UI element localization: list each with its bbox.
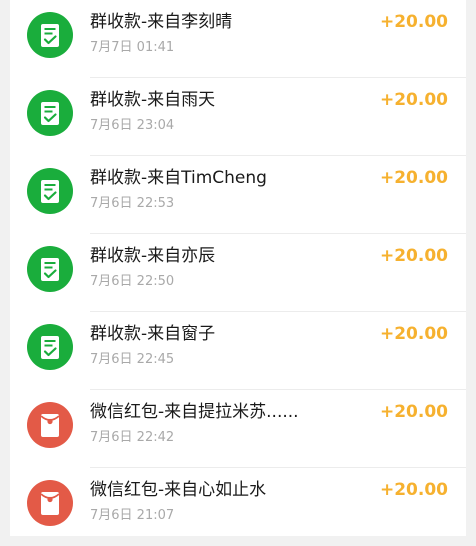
- red-packet-icon: [27, 402, 73, 448]
- transaction-row[interactable]: 微信红包-来自提拉米苏...... 7月6日 22:42 +20.00: [10, 390, 466, 468]
- transaction-title: 群收款-来自TimCheng: [90, 168, 267, 188]
- transaction-row[interactable]: 微信红包-来自心如止水 7月6日 21:07 +20.00: [10, 468, 466, 546]
- transaction-title: 群收款-来自雨天: [90, 90, 216, 110]
- transaction-amount: +20.00: [379, 12, 448, 32]
- transaction-amount: +20.00: [379, 480, 448, 500]
- transaction-time: 7月6日 23:04: [90, 118, 175, 133]
- transaction-title: 微信红包-来自心如止水: [90, 480, 267, 500]
- transaction-row[interactable]: 群收款-来自李刻晴 7月7日 01:41 +20.00: [10, 0, 466, 78]
- transaction-time: 7月6日 22:50: [90, 274, 175, 289]
- transaction-amount: +20.00: [379, 324, 448, 344]
- group-receipt-icon: [27, 168, 73, 214]
- transaction-row[interactable]: 群收款-来自窗子 7月6日 22:45 +20.00: [10, 312, 466, 390]
- red-packet-icon: [27, 480, 73, 526]
- transaction-time: 7月6日 22:45: [90, 352, 175, 367]
- group-receipt-icon: [27, 12, 73, 58]
- group-receipt-icon: [27, 246, 73, 292]
- transaction-row[interactable]: 群收款-来自亦辰 7月6日 22:50 +20.00: [10, 234, 466, 312]
- transaction-row[interactable]: 群收款-来自TimCheng 7月6日 22:53 +20.00: [10, 156, 466, 234]
- transaction-amount: +20.00: [379, 402, 448, 422]
- transaction-title: 群收款-来自窗子: [90, 324, 216, 344]
- group-receipt-icon: [27, 324, 73, 370]
- transaction-title: 群收款-来自李刻晴: [90, 12, 233, 32]
- transaction-title: 群收款-来自亦辰: [90, 246, 216, 266]
- transaction-amount: +20.00: [379, 168, 448, 188]
- transaction-time: 7月7日 01:41: [90, 40, 175, 55]
- transaction-title: 微信红包-来自提拉米苏......: [90, 402, 299, 422]
- transaction-time: 7月6日 22:42: [90, 430, 175, 445]
- transaction-amount: +20.00: [379, 246, 448, 266]
- transaction-time: 7月6日 22:53: [90, 196, 175, 211]
- group-receipt-icon: [27, 90, 73, 136]
- transaction-row[interactable]: 群收款-来自雨天 7月6日 23:04 +20.00: [10, 78, 466, 156]
- transaction-time: 7月6日 21:07: [90, 508, 175, 523]
- transaction-amount: +20.00: [379, 90, 448, 110]
